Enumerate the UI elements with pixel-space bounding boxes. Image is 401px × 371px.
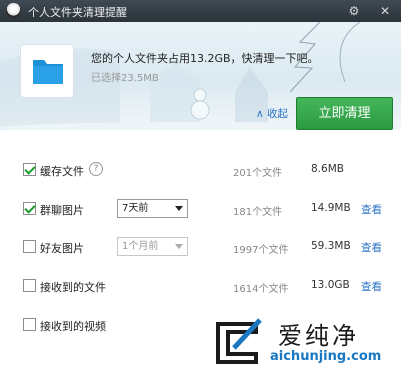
- file-size: 14.9MB: [311, 202, 351, 214]
- view-link[interactable]: 查看: [361, 202, 382, 217]
- summary-panel: 您的个人文件夹占用13.2GB，快清理一下吧。 已选择23.5MB ∧ 收起 立…: [0, 22, 401, 130]
- chevron-down-icon: [175, 206, 183, 211]
- collapse-link[interactable]: ∧ 收起: [256, 106, 288, 121]
- file-count: 201个文件: [233, 168, 283, 179]
- list-item-received-files: 接收到的文件 1614个文件 13.0GB 查看: [0, 273, 401, 299]
- collapse-label: 收起: [267, 108, 289, 120]
- watermark: 爱纯净 aichunjing.com: [206, 312, 401, 371]
- clean-now-button[interactable]: 立即清理: [296, 97, 393, 130]
- item-label: 接收到的视频: [40, 320, 106, 333]
- title-bar[interactable]: 个人文件夹清理提醒 ⚙ ✕: [0, 0, 401, 22]
- view-link[interactable]: 查看: [361, 240, 382, 255]
- friend-images-checkbox[interactable]: [23, 240, 36, 253]
- watermark-url: aichunjing.com: [270, 349, 382, 364]
- file-size: 13.0GB: [311, 279, 350, 291]
- cleanup-reminder-window: 个人文件夹清理提醒 ⚙ ✕ 您的个人文件夹占用13.2GB，快清理一下吧。 已选…: [0, 0, 401, 371]
- chevron-up-icon: ∧: [256, 108, 264, 120]
- received-files-checkbox[interactable]: [23, 279, 36, 292]
- selected-option: 1个月前: [122, 241, 159, 252]
- close-icon[interactable]: ✕: [376, 2, 394, 20]
- file-size: 8.6MB: [311, 163, 344, 175]
- aichunjing-logo-icon: [216, 318, 262, 364]
- selected-option: 7天前: [122, 203, 149, 214]
- qq-penguin-icon: [6, 3, 21, 18]
- item-label: 群聊图片: [40, 204, 84, 217]
- item-label: 接收到的文件: [40, 281, 106, 294]
- view-link[interactable]: 查看: [361, 279, 382, 294]
- item-label: 缓存文件: [40, 165, 84, 178]
- gear-icon[interactable]: ⚙: [345, 2, 363, 20]
- selected-size-text: 已选择23.5MB: [91, 73, 159, 84]
- list-item-group-images: 群聊图片 7天前 181个文件 14.9MB 查看: [0, 196, 401, 222]
- chevron-down-icon: [175, 244, 183, 249]
- file-count: 1614个文件: [233, 284, 289, 295]
- watermark-name: 爱纯净: [278, 322, 359, 350]
- time-range-select[interactable]: 7天前: [117, 199, 188, 218]
- usage-message: 您的个人文件夹占用13.2GB，快清理一下吧。: [91, 52, 319, 65]
- file-count: 181个文件: [233, 207, 283, 218]
- received-videos-checkbox[interactable]: [23, 318, 36, 331]
- list-item-cache-files: 缓存文件 ? 201个文件 8.6MB: [0, 157, 401, 183]
- folder-icon: [20, 44, 74, 98]
- time-range-select[interactable]: 1个月前: [117, 237, 188, 256]
- list-item-friend-images: 好友图片 1个月前 1997个文件 59.3MB 查看: [0, 234, 401, 260]
- cache-files-checkbox[interactable]: [23, 163, 36, 176]
- help-icon[interactable]: ?: [89, 162, 103, 176]
- item-label: 好友图片: [40, 242, 84, 255]
- window-title: 个人文件夹清理提醒: [28, 6, 127, 19]
- file-count: 1997个文件: [233, 245, 289, 256]
- group-images-checkbox[interactable]: [23, 202, 36, 215]
- file-size: 59.3MB: [311, 240, 351, 252]
